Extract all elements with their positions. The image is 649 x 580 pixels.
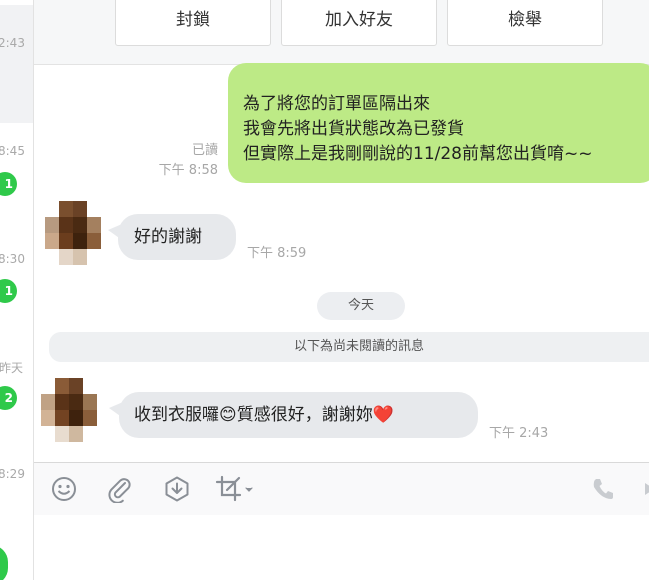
smile-emoji-icon: 😊 [219,405,237,425]
message-line: 但實際上是我剛剛說的11/28前幫您出貨唷~~ [243,144,593,164]
incoming-message-bubble[interactable]: 收到衣服囉😊質感很好，謝謝妳❤️ [109,392,478,438]
chat-list-time: 2:43 [0,36,25,50]
input-toolbar [34,462,649,516]
unread-badge: 1 [0,279,17,303]
chat-list-time: 8:30 [0,252,25,266]
chat-list-time: 8:45 [0,144,25,158]
unread-divider: 以下為尚未閱讀的訊息 [49,332,649,362]
message-time: 下午 8:59 [247,246,307,261]
unread-badge: 1 [0,172,17,196]
message-text: 好的謝謝 [134,227,202,247]
chat-list-item-selected[interactable] [0,5,33,123]
paperclip-icon[interactable] [105,475,133,504]
read-receipt: 已讀 [191,143,218,158]
incoming-message-bubble[interactable]: 好的謝謝 [108,214,236,260]
message-line: 為了將您的訂單區隔出來 [243,94,430,114]
phone-icon[interactable] [589,475,617,503]
unread-badge: 2 [0,386,17,410]
message-line: 我會先將出貨狀態改為已發貨 [243,119,464,139]
chat-list-time: 昨天 [0,361,24,375]
message-time: 下午 2:43 [489,426,549,441]
contact-avatar[interactable] [45,201,101,265]
message-text: 質感很好，謝謝妳 [236,405,373,425]
chat-list-avatar-partial[interactable] [0,545,8,580]
bubble-tail [109,402,123,418]
contact-avatar[interactable] [41,378,97,442]
crop-icon[interactable] [215,475,255,503]
heart-emoji-icon: ❤️ [372,405,394,425]
chat-message-area[interactable]: 為了將您的訂單區隔出來 我會先將出貨狀態改為已發貨 但實際上是我剛剛說的11/2… [34,63,649,461]
message-input[interactable] [34,515,649,580]
chat-list-time: 8:29 [0,467,25,481]
message-time: 下午 8:58 [158,163,218,178]
bubble-tail [108,224,122,240]
message-text: 收到衣服囉 [134,405,219,425]
chat-list-sidebar: 2:43 8:45 1 8:30 1 昨天 2 8:29 [0,0,34,580]
emoji-icon[interactable] [50,475,78,503]
friend-action-bar: 封鎖 加入好友 檢舉 [34,0,649,65]
add-friend-button[interactable]: 加入好友 [281,0,437,46]
video-call-icon[interactable] [642,475,649,503]
report-button[interactable]: 檢舉 [447,0,603,46]
outgoing-message-bubble[interactable]: 為了將您的訂單區隔出來 我會先將出貨狀態改為已發貨 但實際上是我剛剛說的11/2… [228,63,649,183]
block-button[interactable]: 封鎖 [115,0,271,46]
message-meta: 已讀 下午 8:58 [144,141,218,181]
date-divider: 今天 [317,292,405,320]
download-icon[interactable] [163,475,191,503]
